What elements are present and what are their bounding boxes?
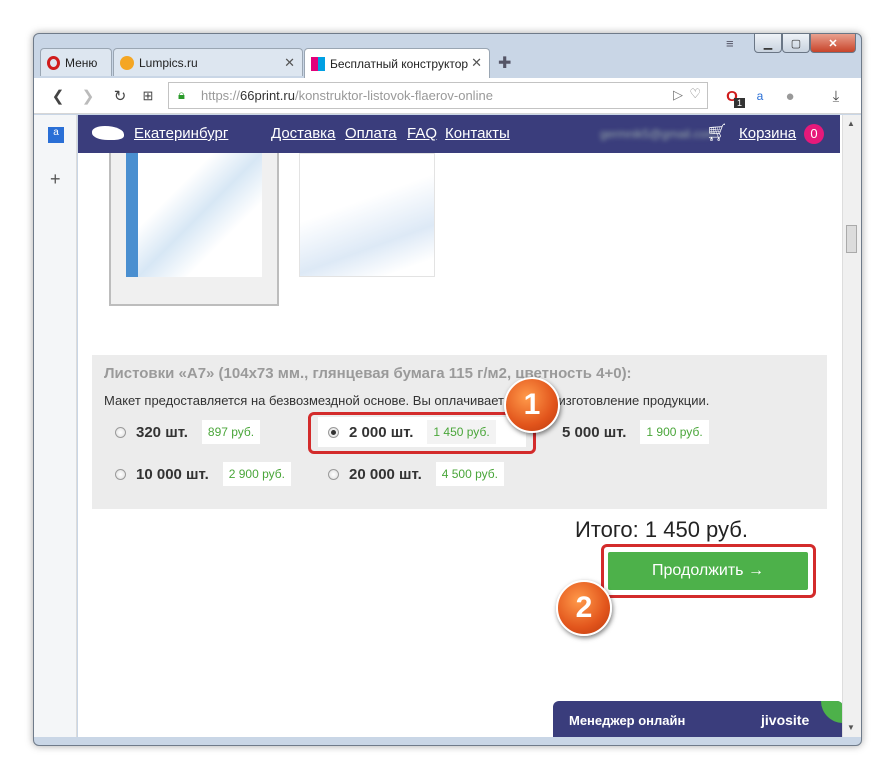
- radio-button[interactable]: [115, 426, 126, 438]
- back-icon[interactable]: ❮: [48, 86, 68, 106]
- translate-icon[interactable]: a: [750, 86, 770, 106]
- option-20000[interactable]: 20 000 шт. 4 500 руб.: [328, 459, 504, 489]
- cart-count-badge: 0: [804, 124, 824, 144]
- option-qty: 5 000 шт.: [562, 423, 627, 441]
- scroll-thumb[interactable]: [846, 225, 857, 253]
- browser-window: Меню Lumpics.ru ✕ Бесплатный конструктор…: [33, 33, 862, 746]
- page-content: Екатеринбург Доставка Оплата FAQ Контакт…: [78, 115, 842, 737]
- url-domain: 66print.ru: [240, 88, 295, 103]
- translate-icon[interactable]: a: [48, 127, 64, 143]
- cart-link[interactable]: Корзина: [739, 125, 796, 142]
- opera-sidebar: a +: [34, 115, 77, 737]
- product-description: Макет предоставляется на безвозмездной о…: [104, 393, 710, 408]
- tab-opera-menu[interactable]: Меню: [40, 48, 112, 76]
- opera-icon: [47, 55, 60, 70]
- chat-widget[interactable]: Менеджер онлайн jivosite: [553, 701, 842, 737]
- forward-icon[interactable]: ❯: [78, 86, 98, 106]
- nav-payment[interactable]: Оплата: [345, 125, 397, 142]
- step-2-badge: 2: [556, 580, 612, 636]
- highlight-option-box: [308, 412, 536, 454]
- radio-button[interactable]: [115, 468, 126, 480]
- step-1-badge: 1: [504, 377, 560, 433]
- scroll-up-arrow[interactable]: ▲: [847, 119, 855, 128]
- 66print-icon: [311, 56, 325, 71]
- user-email[interactable]: germnik5@gmail.com: [600, 127, 716, 141]
- browser-toolbar: ❮ ❯ ↻ ⊞ 🔒︎ https://66print.ru/konstrukto…: [34, 78, 861, 114]
- option-5000[interactable]: 5 000 шт. 1 900 руб.: [562, 417, 709, 447]
- cart-icon[interactable]: 🛒︎: [706, 123, 728, 143]
- order-total: Итого: 1 450 руб.: [575, 517, 748, 542]
- jivosite-logo: jivosite: [761, 712, 810, 728]
- city-link[interactable]: Екатеринбург: [134, 125, 228, 142]
- option-320[interactable]: 320 шт. 897 руб.: [115, 417, 261, 447]
- download-icon[interactable]: ⤓: [826, 86, 846, 106]
- close-tab-icon[interactable]: ✕: [471, 55, 482, 71]
- option-qty: 10 000 шт.: [136, 465, 209, 483]
- chat-corner-icon: [821, 701, 842, 723]
- highlight-continue-box: [601, 544, 816, 598]
- option-price: 1 900 руб.: [640, 420, 709, 444]
- site-navbar: Екатеринбург Доставка Оплата FAQ Контакт…: [78, 115, 840, 153]
- russia-map-icon: [92, 126, 124, 140]
- flyer-front-preview[interactable]: [126, 153, 262, 277]
- flyer-back-preview[interactable]: [299, 153, 435, 277]
- maximize-button[interactable]: ▢: [782, 33, 810, 53]
- url-path: /konstruktor-listovok-flaerov-online: [294, 88, 493, 103]
- tab-strip: Меню Lumpics.ru ✕ Бесплатный конструктор…: [34, 33, 861, 78]
- minimize-button[interactable]: ▁: [754, 33, 782, 53]
- lock-icon: 🔒︎: [178, 87, 185, 102]
- tab-label: Бесплатный конструктор: [330, 56, 469, 71]
- add-icon[interactable]: +: [50, 169, 61, 190]
- adblock-count: 1: [734, 98, 746, 108]
- tab-label: Lumpics.ru: [139, 55, 198, 70]
- scroll-down-arrow[interactable]: ▼: [847, 723, 855, 732]
- chat-label: Менеджер онлайн: [569, 713, 686, 728]
- nav-delivery[interactable]: Доставка: [271, 125, 335, 142]
- option-price: 897 руб.: [201, 420, 261, 444]
- nav-contacts[interactable]: Контакты: [445, 125, 510, 142]
- option-qty: 20 000 шт.: [349, 465, 422, 483]
- tab-constructor[interactable]: Бесплатный конструктор ✕: [304, 48, 490, 78]
- nav-faq[interactable]: FAQ: [407, 125, 437, 142]
- option-qty: 320 шт.: [136, 423, 188, 441]
- new-tab-icon[interactable]: ✚: [498, 53, 511, 73]
- vpn-globe-icon[interactable]: ●: [780, 86, 800, 106]
- close-window-button[interactable]: ✕: [810, 33, 856, 53]
- option-price: 4 500 руб.: [435, 462, 504, 486]
- tab-lumpics[interactable]: Lumpics.ru ✕: [113, 48, 303, 76]
- close-tab-icon[interactable]: ✕: [284, 55, 295, 71]
- radio-button[interactable]: [328, 468, 339, 480]
- vertical-scrollbar[interactable]: ▲ ▼: [842, 115, 861, 737]
- lumpics-icon: [120, 55, 134, 70]
- product-title: Листовки «А7» (104х73 мм., глянцевая бум…: [104, 365, 632, 382]
- heart-icon[interactable]: ♡: [689, 86, 701, 102]
- speed-dial-icon[interactable]: ⊞: [138, 86, 158, 106]
- url-prefix: https://: [201, 88, 241, 103]
- tab-menu-icon[interactable]: ≡: [726, 36, 734, 51]
- tab-label: Меню: [65, 55, 98, 70]
- address-bar[interactable]: 🔒︎ https://66print.ru/konstruktor-listov…: [168, 82, 708, 109]
- reload-icon[interactable]: ↻: [110, 86, 130, 106]
- send-icon[interactable]: ▷: [673, 87, 683, 103]
- option-price: 2 900 руб.: [222, 462, 291, 486]
- option-10000[interactable]: 10 000 шт. 2 900 руб.: [115, 459, 291, 489]
